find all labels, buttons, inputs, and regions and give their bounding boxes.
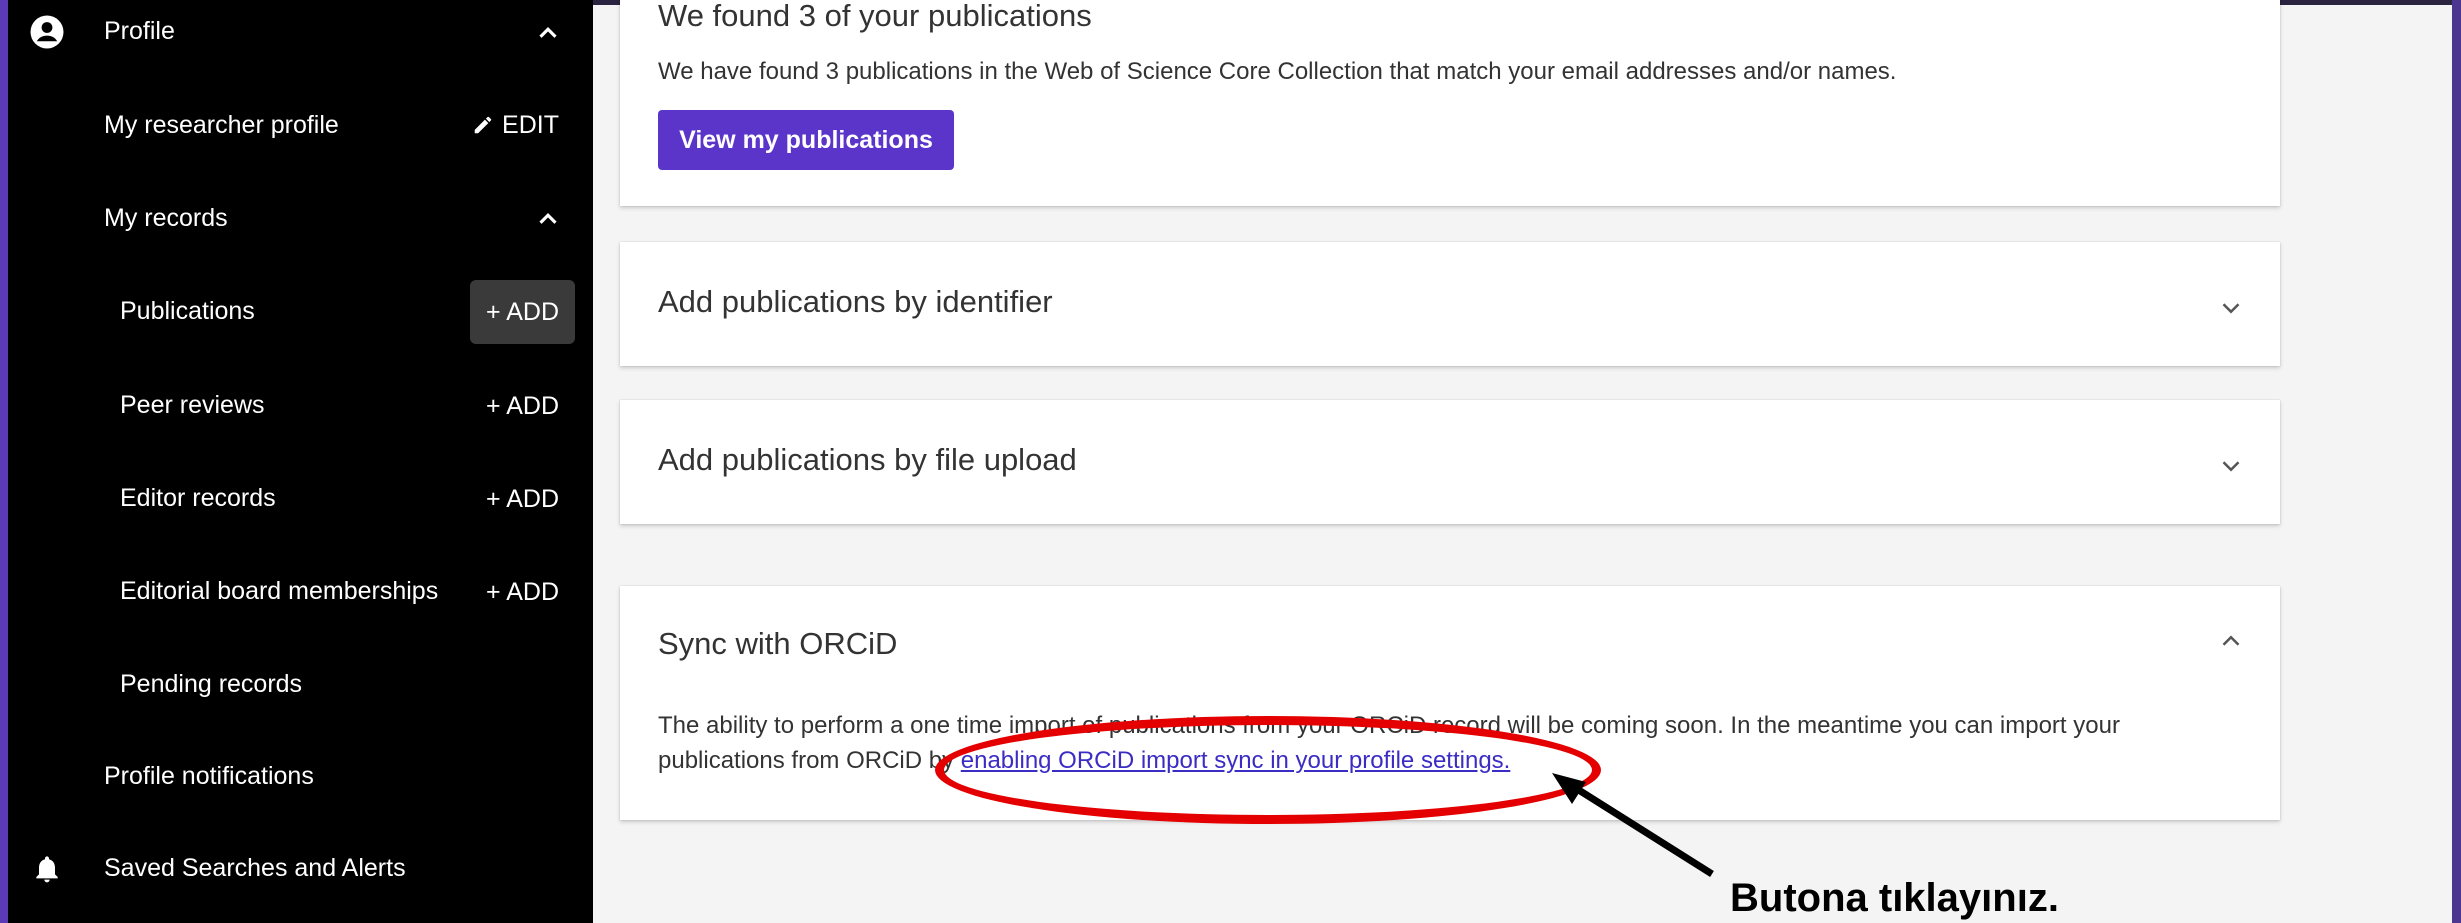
chevron-up-icon[interactable] bbox=[533, 204, 563, 234]
sidebar-item-pending-records[interactable]: Pending records bbox=[8, 653, 593, 717]
sidebar-item-label: My researcher profile bbox=[104, 111, 339, 139]
sidebar-item-label: Peer reviews bbox=[120, 391, 265, 419]
description-line-2: publications from ORCiD by enabling ORCi… bbox=[658, 743, 2258, 778]
annotation-text: Butona tıklayınız. bbox=[1730, 876, 2059, 920]
sidebar-item-label: Publications bbox=[120, 297, 255, 325]
sidebar-item-label: Saved Searches and Alerts bbox=[104, 854, 406, 882]
bell-icon bbox=[28, 850, 66, 888]
found-publications-card: We found 3 of your publications We have … bbox=[620, 0, 2280, 206]
active-item-marker bbox=[0, 266, 8, 358]
add-editorial-board-button[interactable]: + ADD bbox=[470, 560, 575, 624]
sidebar-item-label: Profile bbox=[104, 17, 175, 45]
edit-profile-button[interactable]: EDIT bbox=[456, 93, 575, 157]
account-circle-icon bbox=[28, 13, 66, 51]
sidebar-item-researcher-profile[interactable]: My researcher profile EDIT bbox=[8, 95, 593, 155]
sidebar-item-label: My records bbox=[104, 204, 228, 232]
sidebar-item-label: Pending records bbox=[120, 670, 303, 698]
window-frame-left bbox=[0, 0, 8, 923]
sidebar-item-saved-searches[interactable]: Saved Searches and Alerts bbox=[8, 837, 593, 901]
sidebar-item-profile-notifications[interactable]: Profile notifications bbox=[8, 745, 593, 809]
view-publications-button[interactable]: View my publications bbox=[658, 110, 954, 170]
sidebar: Profile My researcher profile EDIT My re… bbox=[0, 0, 593, 923]
card-title: We found 3 of your publications bbox=[658, 0, 1092, 33]
card-title[interactable]: Sync with ORCiD bbox=[658, 626, 897, 662]
add-peer-review-button[interactable]: + ADD bbox=[470, 374, 575, 438]
chevron-up-icon[interactable] bbox=[2216, 626, 2246, 656]
description-line-1: The ability to perform a one time import… bbox=[658, 712, 2120, 739]
sidebar-item-label: Editorial board memberships bbox=[120, 577, 439, 605]
chevron-up-icon[interactable] bbox=[533, 18, 563, 48]
chevron-down-icon[interactable] bbox=[2216, 293, 2246, 323]
chevron-down-icon[interactable] bbox=[2216, 451, 2246, 481]
sync-orcid-card: Sync with ORCiD The ability to perform a… bbox=[620, 586, 2280, 820]
window-frame-right bbox=[2452, 0, 2461, 923]
sidebar-item-editorial-board[interactable]: Editorial board memberships + ADD bbox=[8, 560, 593, 624]
sidebar-item-label: Profile notifications bbox=[104, 762, 314, 790]
add-by-file-upload-card[interactable]: Add publications by file upload bbox=[620, 400, 2280, 524]
description-prefix: publications from ORCiD by bbox=[658, 747, 961, 774]
sidebar-item-profile[interactable]: Profile bbox=[8, 2, 593, 62]
sidebar-item-publications[interactable]: Publications + ADD bbox=[8, 280, 593, 344]
add-editor-record-button[interactable]: + ADD bbox=[470, 467, 575, 531]
card-title: Add publications by identifier bbox=[658, 284, 1053, 319]
add-publication-button[interactable]: + ADD bbox=[470, 280, 575, 344]
card-title: Add publications by file upload bbox=[658, 442, 1077, 477]
sidebar-item-my-records[interactable]: My records bbox=[8, 188, 593, 248]
card-description: The ability to perform a one time import… bbox=[658, 708, 2258, 778]
card-description: We have found 3 publications in the Web … bbox=[658, 58, 1897, 85]
orcid-sync-settings-link[interactable]: enabling ORCiD import sync in your profi… bbox=[961, 747, 1511, 774]
sidebar-item-peer-reviews[interactable]: Peer reviews + ADD bbox=[8, 374, 593, 438]
pencil-icon bbox=[472, 114, 494, 136]
edit-label: EDIT bbox=[502, 110, 559, 139]
add-by-identifier-card[interactable]: Add publications by identifier bbox=[620, 242, 2280, 366]
sidebar-item-label: Editor records bbox=[120, 484, 276, 512]
sidebar-item-editor-records[interactable]: Editor records + ADD bbox=[8, 467, 593, 531]
